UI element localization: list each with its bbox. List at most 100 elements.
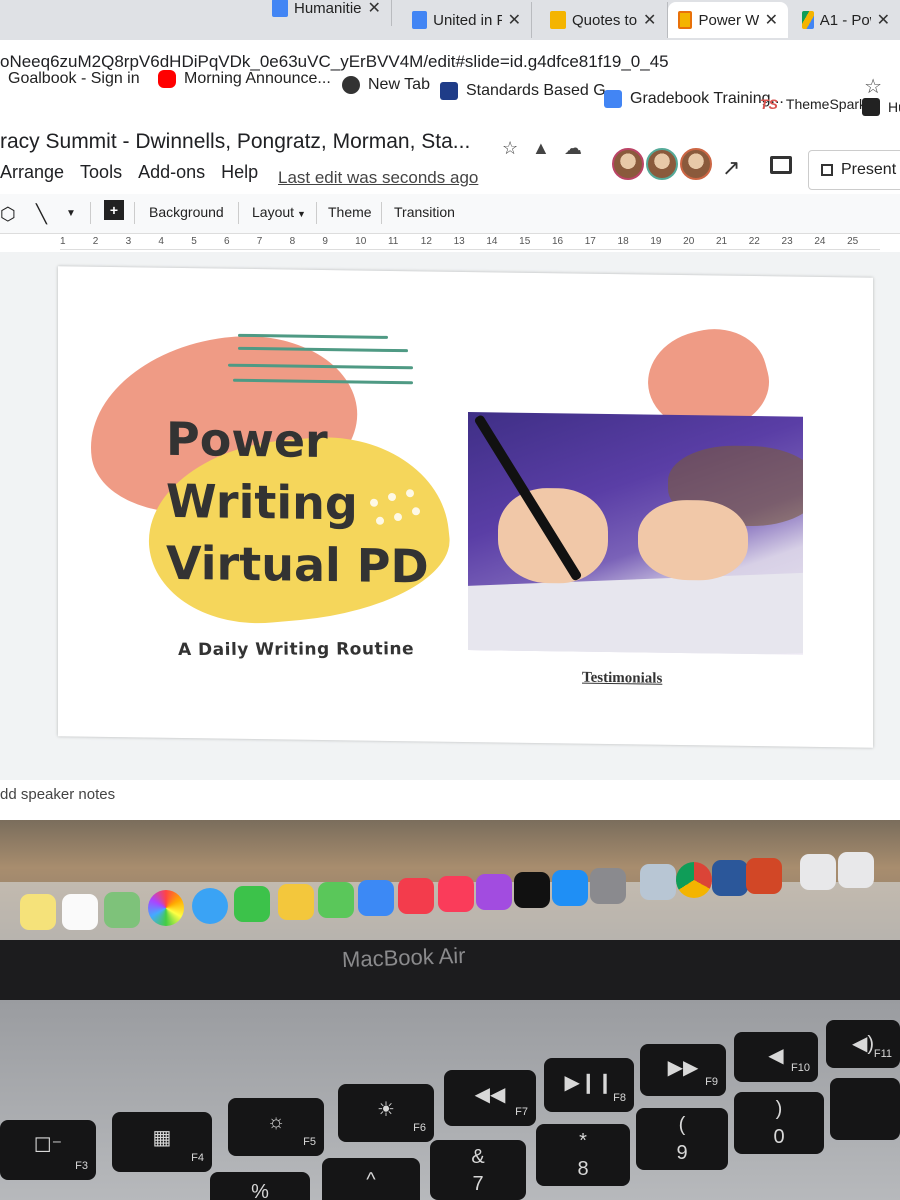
layout-button[interactable]: Layout bbox=[252, 204, 294, 220]
numbers-icon[interactable] bbox=[318, 882, 354, 918]
key-f8[interactable]: ▶❙❙ F8 bbox=[544, 1058, 634, 1112]
ruler-tick: 25 bbox=[847, 236, 859, 247]
bookmark-morning-announcements[interactable]: Morning Announce... bbox=[158, 70, 331, 88]
line-icon[interactable]: ╲ bbox=[36, 204, 47, 225]
system-preferences-icon[interactable] bbox=[590, 868, 626, 904]
app-store-icon[interactable] bbox=[552, 870, 588, 906]
bookmark-goalbook[interactable]: Goalbook - Sign in bbox=[8, 70, 140, 88]
slides-icon bbox=[550, 11, 566, 29]
close-icon[interactable]: ✕ bbox=[765, 10, 778, 30]
key-9[interactable]: (9 bbox=[636, 1108, 728, 1170]
chevron-down-icon[interactable]: ▼ bbox=[66, 208, 76, 219]
testimonials-link[interactable]: Testimonials bbox=[582, 670, 662, 688]
key-f7[interactable]: ◀◀ F7 bbox=[444, 1070, 536, 1126]
photos-icon[interactable] bbox=[148, 890, 184, 926]
key-f5[interactable]: ☼ F5 bbox=[228, 1098, 324, 1156]
tab-a1[interactable]: A1 - Powe ✕ bbox=[792, 2, 900, 38]
theme-button[interactable]: Theme bbox=[328, 204, 372, 220]
star-icon[interactable]: ☆ bbox=[502, 138, 518, 159]
music-icon[interactable] bbox=[438, 876, 474, 912]
ruler-tick: 5 bbox=[191, 236, 197, 247]
key-f10[interactable]: ◀ F10 bbox=[734, 1032, 818, 1082]
close-icon[interactable]: ✕ bbox=[877, 10, 890, 30]
tab-quotes[interactable]: Quotes to ✕ bbox=[540, 2, 668, 38]
key-8[interactable]: * 8 bbox=[536, 1124, 630, 1186]
close-icon[interactable]: ✕ bbox=[643, 10, 656, 30]
cloud-status-icon[interactable]: ☁ bbox=[564, 138, 582, 159]
apple-tv-icon[interactable] bbox=[514, 872, 550, 908]
podcasts-icon[interactable] bbox=[476, 874, 512, 910]
menu-help[interactable]: Help bbox=[221, 162, 258, 183]
key-fn-label: F11 bbox=[873, 1048, 892, 1060]
comment-icon[interactable] bbox=[770, 156, 792, 174]
add-comment-icon[interactable]: + bbox=[104, 200, 124, 220]
child-writing-photo[interactable] bbox=[468, 412, 803, 655]
key-digit: 0 bbox=[773, 1126, 785, 1149]
key-5[interactable]: % bbox=[210, 1172, 310, 1200]
tab-power-writing[interactable]: Power Wri ✕ bbox=[668, 2, 788, 38]
key-f4[interactable]: ▦ F4 bbox=[112, 1112, 212, 1172]
messages-icon[interactable] bbox=[192, 888, 228, 924]
slide-title[interactable]: Power Writing Virtual PD bbox=[166, 408, 429, 598]
key-symbol: ☼ bbox=[266, 1110, 286, 1133]
ruler-tick: 6 bbox=[223, 236, 230, 247]
reminders-icon[interactable] bbox=[62, 894, 98, 930]
transition-button[interactable]: Transition bbox=[394, 204, 455, 220]
bookmark-new-tab[interactable]: New Tab bbox=[342, 76, 430, 94]
key-minus[interactable] bbox=[830, 1078, 900, 1140]
toolbar-divider bbox=[90, 202, 91, 224]
maps-icon[interactable] bbox=[104, 892, 140, 928]
last-edit-link[interactable]: Last edit was seconds ago bbox=[278, 168, 478, 188]
menu-tools[interactable]: Tools bbox=[80, 162, 122, 183]
bookmark-gradebook-training[interactable]: Gradebook Training... bbox=[604, 90, 784, 108]
powerpoint-icon[interactable] bbox=[746, 858, 782, 894]
key-fn-label: F10 bbox=[791, 1062, 810, 1074]
paper-shape bbox=[468, 572, 803, 655]
speaker-notes[interactable]: dd speaker notes bbox=[0, 786, 115, 803]
facetime-icon[interactable] bbox=[234, 886, 270, 922]
downloads-stack-icon[interactable] bbox=[800, 854, 836, 890]
preview-icon[interactable] bbox=[640, 864, 676, 900]
menu-arrange[interactable]: Arrange bbox=[0, 162, 64, 183]
docs-icon bbox=[412, 11, 428, 29]
activity-trend-icon[interactable]: ↗ bbox=[722, 155, 740, 181]
close-icon[interactable]: ✕ bbox=[508, 10, 521, 30]
word-icon[interactable] bbox=[712, 860, 748, 896]
present-label: Present bbox=[841, 161, 897, 178]
move-to-folder-icon[interactable]: ▲ bbox=[532, 138, 550, 159]
avatar[interactable] bbox=[646, 148, 678, 180]
slide-subtitle[interactable]: A Daily Writing Routine bbox=[178, 639, 414, 660]
menu-add-ons[interactable]: Add-ons bbox=[138, 162, 205, 183]
document-title[interactable]: racy Summit - Dwinnells, Pongratz, Morma… bbox=[0, 130, 470, 154]
key-f6[interactable]: ☀ F6 bbox=[338, 1084, 434, 1142]
slide[interactable]: Power Writing Virtual PD A Daily Writing… bbox=[58, 266, 873, 748]
documents-stack-icon[interactable] bbox=[838, 852, 874, 888]
close-icon[interactable]: ✕ bbox=[368, 0, 381, 18]
bookmark-standards-based[interactable]: Standards Based G... bbox=[440, 82, 619, 100]
tab-united[interactable]: United in F ✕ bbox=[402, 2, 532, 38]
ruler-tick: 22 bbox=[748, 236, 760, 247]
tab-label: Power Wri bbox=[698, 11, 759, 29]
pages-icon[interactable] bbox=[278, 884, 314, 920]
present-button[interactable]: Present bbox=[808, 150, 900, 190]
key-6[interactable]: ^ bbox=[322, 1158, 420, 1200]
notes-icon[interactable] bbox=[20, 894, 56, 930]
key-f3[interactable]: ☐⁻ F3 bbox=[0, 1120, 96, 1180]
key-0[interactable]: ) 0 bbox=[734, 1092, 824, 1154]
background-button[interactable]: Background bbox=[149, 204, 224, 220]
news-icon[interactable] bbox=[398, 878, 434, 914]
keyboard-deck: ☐⁻ F3 ▦ F4 ☼ F5 ☀ F6 ◀◀ F7 ▶❙❙ F8 ▶▶ F9 ◀ F10 ◀)… bbox=[0, 1000, 900, 1200]
key-f11[interactable]: ◀) F11 bbox=[826, 1020, 900, 1068]
title-line: Writing bbox=[166, 473, 358, 531]
key-symbol: ◀◀ bbox=[474, 1084, 506, 1107]
key-f9[interactable]: ▶▶ F9 bbox=[640, 1044, 726, 1096]
keynote-icon[interactable] bbox=[358, 880, 394, 916]
docs-icon bbox=[272, 0, 288, 17]
tab-humanities[interactable]: Humanitie ✕ bbox=[262, 0, 392, 26]
shape-icon[interactable]: ⬡ bbox=[0, 204, 16, 225]
key-7[interactable]: & 7 bbox=[430, 1140, 526, 1200]
tab-label: A1 - Powe bbox=[819, 11, 871, 29]
avatar[interactable] bbox=[612, 148, 644, 180]
chrome-icon[interactable] bbox=[676, 862, 712, 898]
avatar[interactable] bbox=[680, 148, 712, 180]
